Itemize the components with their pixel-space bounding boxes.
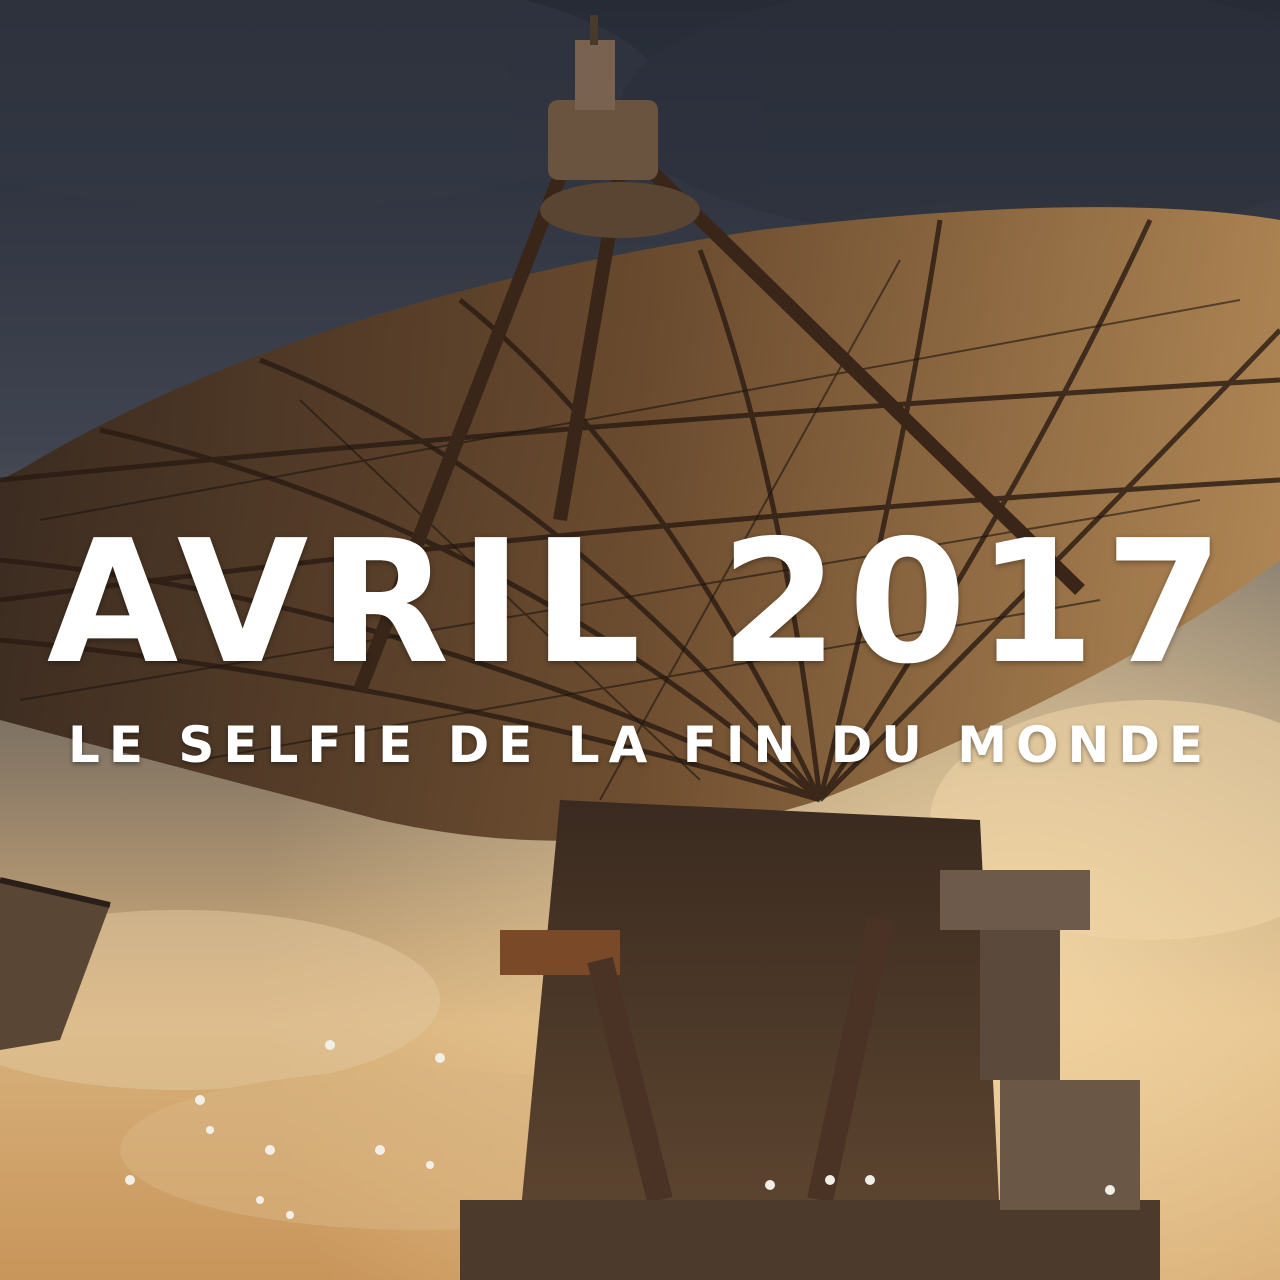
headline-date: AVRIL 2017: [46, 504, 1234, 702]
subtitle-title: LE SELFIE DE LA FIN DU MONDE: [67, 716, 1213, 774]
poster: AVRIL 2017 LE SELFIE DE LA FIN DU MONDE: [0, 0, 1280, 1280]
tower: [460, 800, 1160, 1280]
